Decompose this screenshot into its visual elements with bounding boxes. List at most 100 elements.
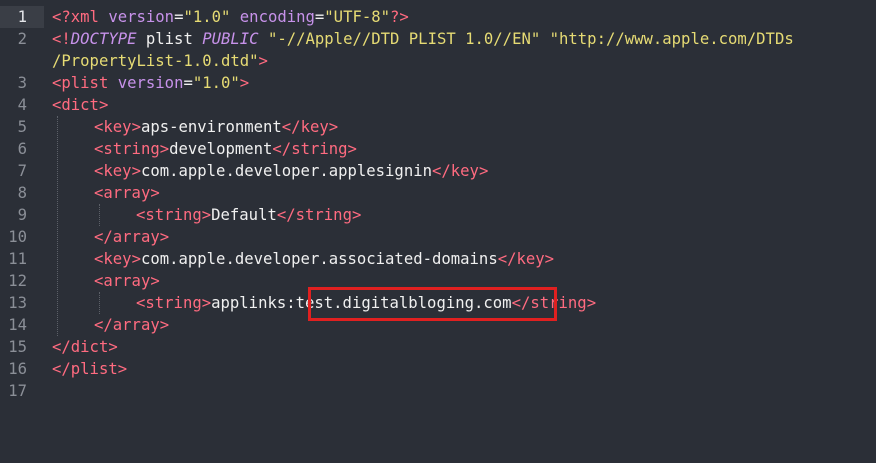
- doctype-close: >: [258, 52, 268, 70]
- attr-eq: =: [314, 8, 325, 26]
- tag-bracket: <: [94, 184, 104, 202]
- line-number: 17: [8, 382, 27, 400]
- tag-bracket: </: [94, 316, 113, 334]
- attr-name: version: [108, 8, 175, 26]
- line-number: 11: [8, 250, 27, 268]
- line-number: 8: [17, 184, 27, 202]
- line-number: 9: [17, 206, 27, 224]
- tag-bracket: >: [117, 360, 128, 378]
- tag-bracket: >: [98, 96, 109, 114]
- doctype-keyword: DOCTYPE: [70, 30, 137, 48]
- tag-bracket: >: [328, 118, 339, 136]
- code-line-2-wrap: /PropertyList-1.0.dtd">: [52, 50, 268, 72]
- tag-bracket: >: [351, 206, 362, 224]
- tag-bracket: <: [94, 162, 104, 180]
- tag-name: plist: [70, 360, 118, 378]
- tag-bracket: <: [136, 294, 146, 312]
- line-number: 4: [17, 96, 27, 114]
- code-line-11: <key>com.apple.developer.associated-doma…: [94, 248, 554, 270]
- code-line-10: </array>: [94, 226, 169, 248]
- line-number: 14: [8, 316, 27, 334]
- line-number-gutter: 1 2 3 4 5 6 7 8 9 10 11 12 13 14 15 16 1…: [0, 0, 44, 463]
- tag-name: array: [103, 184, 151, 202]
- doctype-open: <!: [52, 30, 71, 48]
- tag-bracket: </: [497, 250, 517, 268]
- tag-name: array: [112, 228, 160, 246]
- xml-decl-name: xml: [70, 8, 99, 26]
- attr-value: "1.0": [192, 74, 240, 92]
- tag-name: string: [145, 206, 202, 224]
- code-line-8: <array>: [94, 182, 160, 204]
- code-editor[interactable]: 1 2 3 4 5 6 7 8 9 10 11 12 13 14 15 16 1…: [0, 0, 876, 463]
- attr-value: "UTF-8": [324, 8, 391, 26]
- tag-name: key: [103, 118, 132, 136]
- line-number: 7: [17, 162, 27, 180]
- code-line-14: </array>: [94, 314, 169, 336]
- tag-bracket: >: [131, 250, 141, 268]
- code-line-6: <string>development</string>: [94, 138, 357, 160]
- tag-bracket: >: [108, 338, 118, 356]
- tag-bracket: </: [281, 118, 301, 136]
- code-line-2: <!DOCTYPE plist PUBLIC "-//Apple//DTD PL…: [52, 28, 794, 50]
- code-line-15: </dict>: [52, 336, 118, 358]
- attr-name: version: [117, 74, 184, 92]
- tag-name: key: [103, 250, 132, 268]
- line-number: 3: [17, 74, 27, 92]
- doctype-fpi: "-//Apple//DTD PLIST 1.0//EN": [267, 30, 541, 48]
- code-line-12: <array>: [94, 270, 160, 292]
- tag-bracket: </: [276, 206, 296, 224]
- tag-bracket: </: [52, 338, 71, 356]
- code-line-3: <plist version="1.0">: [52, 72, 249, 94]
- line-number: 5: [17, 118, 27, 136]
- tag-bracket: <: [94, 118, 104, 136]
- tag-bracket: <: [94, 272, 104, 290]
- tag-bracket: >: [131, 118, 141, 136]
- attr-value: "1.0": [183, 8, 231, 26]
- tag-bracket: <: [94, 140, 104, 158]
- line-number: 12: [8, 272, 27, 290]
- code-line-5: <key>aps-environment</key>: [94, 116, 338, 138]
- tag-bracket: >: [159, 140, 170, 158]
- tag-bracket: >: [201, 294, 212, 312]
- domain-highlight-box: [308, 287, 557, 321]
- tag-bracket: >: [201, 206, 212, 224]
- tag-bracket: >: [150, 184, 160, 202]
- tag-bracket: >: [150, 272, 160, 290]
- tag-bracket: >: [544, 250, 555, 268]
- element-text: aps-environment: [140, 118, 282, 136]
- line-number: 2: [17, 30, 27, 48]
- code-line-1: <?xml version="1.0" encoding="UTF-8"?>: [52, 6, 409, 28]
- tag-bracket: <: [52, 96, 62, 114]
- code-line-9: <string>Default</string>: [136, 204, 361, 226]
- element-text: Default: [211, 206, 277, 224]
- tag-bracket: >: [131, 162, 141, 180]
- line-number: 10: [8, 228, 27, 246]
- xml-decl-close: ?>: [390, 8, 409, 26]
- tag-name: dict: [70, 338, 109, 356]
- code-line-7: <key>com.apple.developer.applesignin</ke…: [94, 160, 488, 182]
- tag-bracket: <: [136, 206, 146, 224]
- tag-bracket: >: [159, 316, 170, 334]
- tag-name: string: [295, 206, 352, 224]
- tag-name: string: [103, 140, 160, 158]
- element-text: com.apple.developer.associated-domains: [140, 250, 498, 268]
- tag-bracket: </: [52, 360, 71, 378]
- code-area[interactable]: <?xml version="1.0" encoding="UTF-8"?> <…: [52, 0, 876, 463]
- tag-bracket: <: [94, 250, 104, 268]
- tag-name: plist: [61, 74, 109, 92]
- indent-guide: [99, 292, 100, 314]
- tag-name: dict: [61, 96, 99, 114]
- line-number: 1: [0, 6, 44, 28]
- xml-decl-open: <?: [52, 8, 71, 26]
- tag-bracket: >: [478, 162, 489, 180]
- line-number: 6: [17, 140, 27, 158]
- tag-bracket: </: [432, 162, 451, 180]
- tag-bracket: </: [94, 228, 113, 246]
- line-number: 16: [8, 360, 27, 378]
- tag-bracket: </: [272, 140, 292, 158]
- tag-bracket: <: [52, 74, 62, 92]
